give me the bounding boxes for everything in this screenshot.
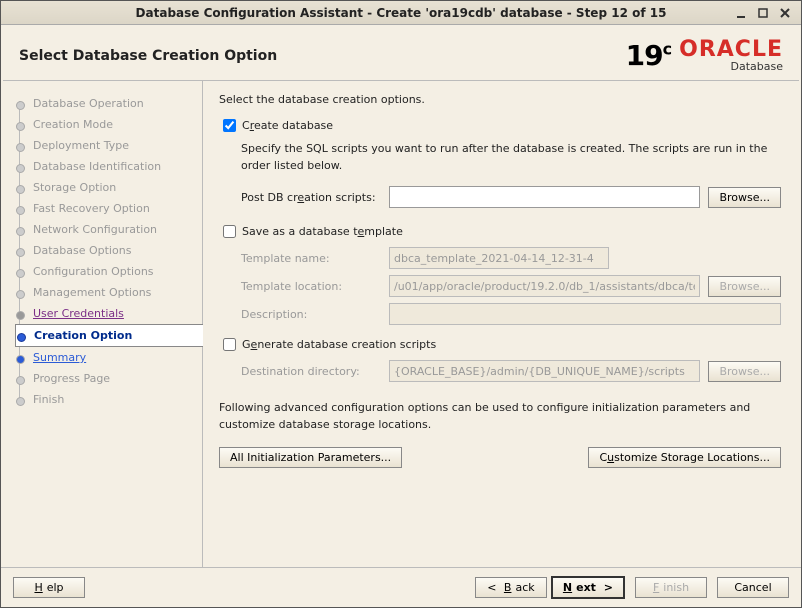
sidebar: Database Operation Creation Mode Deploym… (1, 81, 203, 567)
template-name-label: Template name: (241, 252, 381, 265)
page-title: Select Database Creation Option (19, 48, 626, 64)
template-description-input (389, 303, 781, 325)
help-button[interactable]: Help (13, 577, 85, 598)
template-location-browse-button: Browse... (708, 276, 781, 297)
destination-dir-input (389, 360, 700, 382)
window: Database Configuration Assistant - Creat… (0, 0, 802, 608)
template-name-input (389, 247, 609, 269)
step-list: Database Operation Creation Mode Deploym… (15, 93, 202, 410)
intro-text: Select the database creation options. (219, 93, 781, 106)
step-summary[interactable]: Summary (15, 347, 202, 368)
step-network-configuration: Network Configuration (15, 219, 202, 240)
step-database-options: Database Options (15, 240, 202, 261)
template-description-label: Description: (241, 308, 381, 321)
finish-button: Finish (635, 577, 707, 598)
save-template-checkbox[interactable] (223, 225, 236, 238)
step-creation-option[interactable]: Creation Option (15, 324, 203, 347)
window-title: Database Configuration Assistant - Creat… (1, 6, 801, 20)
step-deployment-type: Deployment Type (15, 135, 202, 156)
step-progress-page: Progress Page (15, 368, 202, 389)
step-creation-mode: Creation Mode (15, 114, 202, 135)
template-location-label: Template location: (241, 280, 381, 293)
step-configuration-options: Configuration Options (15, 261, 202, 282)
step-fast-recovery-option: Fast Recovery Option (15, 198, 202, 219)
destination-dir-browse-button: Browse... (708, 361, 781, 382)
minimize-icon[interactable] (731, 3, 751, 23)
step-database-operation: Database Operation (15, 93, 202, 114)
template-location-input (389, 275, 700, 297)
content: Select the database creation options. Cr… (203, 81, 801, 567)
all-init-params-button[interactable]: All Initialization Parameters... (219, 447, 402, 468)
post-scripts-input[interactable] (389, 186, 700, 208)
post-scripts-label: Post DB creation scripts: (241, 191, 381, 204)
destination-dir-label: Destination directory: (241, 365, 381, 378)
step-database-identification: Database Identification (15, 156, 202, 177)
maximize-icon[interactable] (753, 3, 773, 23)
post-scripts-browse-button[interactable]: Browse... (708, 187, 781, 208)
cancel-button[interactable]: Cancel (717, 577, 789, 598)
advanced-note: Following advanced configuration options… (219, 400, 781, 433)
chevron-right-icon: > (600, 581, 613, 594)
close-icon[interactable] (775, 3, 795, 23)
back-button[interactable]: < Back (475, 577, 547, 598)
oracle-logo: 19c ORACLE Database (626, 39, 783, 72)
save-template-label: Save as a database template (242, 225, 403, 238)
titlebar: Database Configuration Assistant - Creat… (1, 1, 801, 25)
bottombar: Help < Back Next > Finish Cancel (1, 567, 801, 607)
step-storage-option: Storage Option (15, 177, 202, 198)
next-button[interactable]: Next > (551, 576, 625, 599)
step-user-credentials[interactable]: User Credentials (15, 303, 202, 324)
header: Select Database Creation Option 19c ORAC… (1, 25, 801, 80)
chevron-left-icon: < (487, 581, 500, 594)
step-management-options: Management Options (15, 282, 202, 303)
generate-scripts-label: Generate database creation scripts (242, 338, 436, 351)
step-finish: Finish (15, 389, 202, 410)
create-database-checkbox[interactable] (223, 119, 236, 132)
specify-note: Specify the SQL scripts you want to run … (241, 141, 781, 174)
create-database-label: Create database (242, 119, 333, 132)
generate-scripts-checkbox[interactable] (223, 338, 236, 351)
customize-storage-button[interactable]: Customize Storage Locations... (588, 447, 781, 468)
